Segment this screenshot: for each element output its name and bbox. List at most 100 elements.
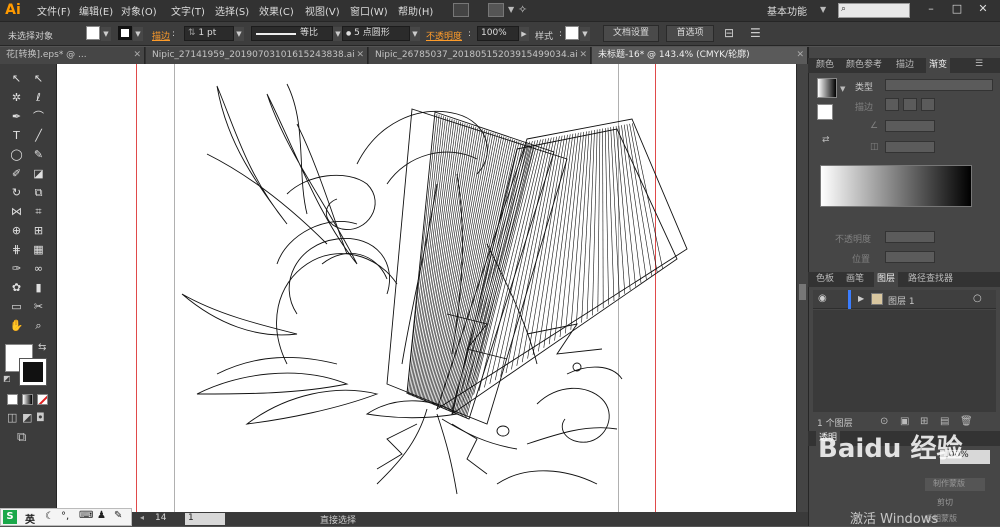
delete-layer-icon[interactable]: 🗑 [960, 416, 973, 427]
gpu-icon[interactable]: ✧ [518, 3, 527, 16]
page-number-field[interactable]: 1 [185, 513, 225, 525]
selection-tool-icon[interactable]: ↖ [8, 70, 25, 87]
scroll-thumb[interactable] [799, 284, 806, 300]
lasso-tool-icon[interactable]: ℓ [30, 89, 47, 106]
blend-tool-icon[interactable]: ∞ [30, 260, 47, 277]
pencil-tool-icon[interactable]: ✐ [8, 165, 25, 182]
menu-object[interactable]: 对象(O) [121, 3, 157, 18]
menu-type[interactable]: 文字(T) [171, 3, 205, 18]
gradient-tool-icon[interactable]: ▦ [30, 241, 47, 258]
minimize-button[interactable]: – [920, 2, 942, 18]
chevron-down-icon[interactable]: ▼ [820, 5, 826, 14]
workspace-switcher[interactable]: 基本功能 [767, 3, 807, 18]
graphic-style-swatch[interactable] [565, 26, 579, 40]
new-layer-icon[interactable]: ▤ [940, 416, 949, 427]
free-transform-tool-icon[interactable]: ⌗ [30, 203, 47, 220]
opacity-label[interactable]: 不透明度 [426, 29, 462, 42]
eraser-tool-icon[interactable]: ◪ [30, 165, 47, 182]
punctuation-icon[interactable]: °, [61, 511, 69, 522]
zoom-tool-icon[interactable]: ⌕ [30, 317, 47, 334]
menu-edit[interactable]: 编辑(E) [79, 3, 113, 18]
chevron-down-icon[interactable]: ▼ [580, 27, 590, 41]
width-tool-icon[interactable]: ⋈ [8, 203, 25, 220]
direct-selection-tool-icon[interactable]: ↖ [30, 70, 47, 87]
stroke-across-icon[interactable] [921, 98, 935, 111]
curvature-tool-icon[interactable]: ⌒ [30, 108, 47, 125]
eye-icon[interactable]: ◉ [818, 293, 827, 304]
flower-outline-artwork[interactable] [57, 64, 796, 512]
sogou-logo-icon[interactable]: S [3, 510, 17, 524]
tab-swatches[interactable]: 色板 [816, 272, 834, 287]
fill-stroke-proxy[interactable] [817, 104, 833, 120]
none-mode-icon[interactable] [37, 394, 48, 405]
shape-builder-tool-icon[interactable]: ⊕ [8, 222, 25, 239]
column-graph-tool-icon[interactable]: ▮ [30, 279, 47, 296]
search-input[interactable]: ⌕ [838, 3, 910, 18]
pen-tool-icon[interactable]: ✒ [8, 108, 25, 125]
stop-location-field[interactable] [885, 251, 935, 263]
menu-file[interactable]: 文件(F) [37, 3, 71, 18]
menu-effect[interactable]: 效果(C) [259, 3, 294, 18]
hand-tool-icon[interactable]: ✋ [8, 317, 25, 334]
symbol-sprayer-tool-icon[interactable]: ✿ [8, 279, 25, 296]
magic-wand-tool-icon[interactable]: ✲ [8, 89, 25, 106]
settings-icon[interactable]: ✎ [114, 510, 122, 521]
expand-triangle-icon[interactable]: ▶ [858, 294, 864, 303]
arrange-icon[interactable]: ⊟ [724, 26, 734, 40]
tab-document-active[interactable]: 未标题-16* @ 143.4% (CMYK/轮廓) ✕ [592, 47, 808, 64]
chevron-down-icon[interactable]: ▼ [234, 27, 244, 41]
tab-stroke[interactable]: 描边 [896, 58, 914, 73]
stroke-weight-field[interactable]: ⇅ 1 pt [184, 26, 234, 41]
skin-icon[interactable]: ♟ [97, 510, 106, 521]
arrange-documents-icon[interactable] [488, 3, 504, 17]
target-icon[interactable]: ○ [973, 293, 982, 304]
vertical-scrollbar[interactable] [796, 64, 808, 512]
stroke-swatch[interactable] [118, 26, 132, 40]
nav-prev-icon[interactable]: ◂ [140, 513, 144, 522]
gradient-slider[interactable] [820, 165, 972, 207]
preferences-button[interactable]: 首选项 [666, 25, 714, 42]
screen-mode-icon[interactable]: ⧉ [17, 430, 26, 445]
draw-inside-icon[interactable]: ◘ [36, 411, 45, 424]
tab-pathfinder[interactable]: 路径查找器 [908, 272, 953, 287]
angle-field[interactable] [885, 120, 935, 132]
chevron-down-icon[interactable]: ▼ [840, 85, 845, 93]
close-icon[interactable]: ✕ [356, 47, 364, 63]
panel-menu-icon[interactable]: ☰ [975, 59, 983, 69]
eyedropper-tool-icon[interactable]: ✑ [8, 260, 25, 277]
layer-row[interactable]: ◉ ▶ 图层 1 ○ [813, 290, 996, 309]
menu-help[interactable]: 帮助(H) [398, 3, 433, 18]
tab-brushes[interactable]: 画笔 [846, 272, 864, 287]
line-tool-icon[interactable]: ╱ [30, 127, 47, 144]
default-colors-icon[interactable]: ◩ [3, 374, 11, 383]
opacity-field[interactable]: 100% [477, 26, 519, 41]
new-sublayer-icon[interactable]: ⊞ [920, 416, 928, 427]
draw-behind-icon[interactable]: ◩ [22, 411, 32, 424]
moon-icon[interactable]: ☾ [45, 511, 54, 522]
tab-gradient[interactable]: 渐变 [926, 58, 951, 73]
fill-swatch[interactable] [86, 26, 100, 40]
color-mode-icon[interactable] [7, 394, 18, 405]
maximize-button[interactable]: □ [946, 2, 968, 18]
ellipse-tool-icon[interactable]: ◯ [8, 146, 25, 163]
close-icon[interactable]: ✕ [796, 47, 804, 63]
menu-icon[interactable]: ☰ [750, 26, 761, 40]
ime-mode[interactable]: 英 [25, 511, 35, 526]
locate-object-icon[interactable]: ⊙ [880, 416, 888, 427]
document-setup-button[interactable]: 文档设置 [603, 25, 659, 42]
type-tool-icon[interactable]: T [8, 127, 25, 144]
brush-definition[interactable]: ● 5 点圆形 [342, 26, 410, 41]
rotate-tool-icon[interactable]: ↻ [8, 184, 25, 201]
tab-document-3[interactable]: Nipic_26785037_20180515203915499034.ai ✕ [369, 47, 591, 64]
aspect-ratio-field[interactable] [885, 141, 935, 153]
gradient-type-select[interactable] [885, 79, 993, 91]
artboard-tool-icon[interactable]: ▭ [8, 298, 25, 315]
chevron-down-icon[interactable]: ▼ [133, 27, 143, 41]
gradient-mode-icon[interactable] [22, 394, 33, 405]
swap-colors-icon[interactable]: ⇆ [38, 342, 46, 353]
make-mask-button[interactable]: 制作蒙版 [925, 478, 985, 491]
stroke-color-swatch[interactable] [19, 358, 47, 386]
close-icon[interactable]: ✕ [579, 47, 587, 63]
reverse-gradient-icon[interactable]: ⇄ [822, 135, 830, 145]
artboard-canvas[interactable] [57, 64, 796, 512]
